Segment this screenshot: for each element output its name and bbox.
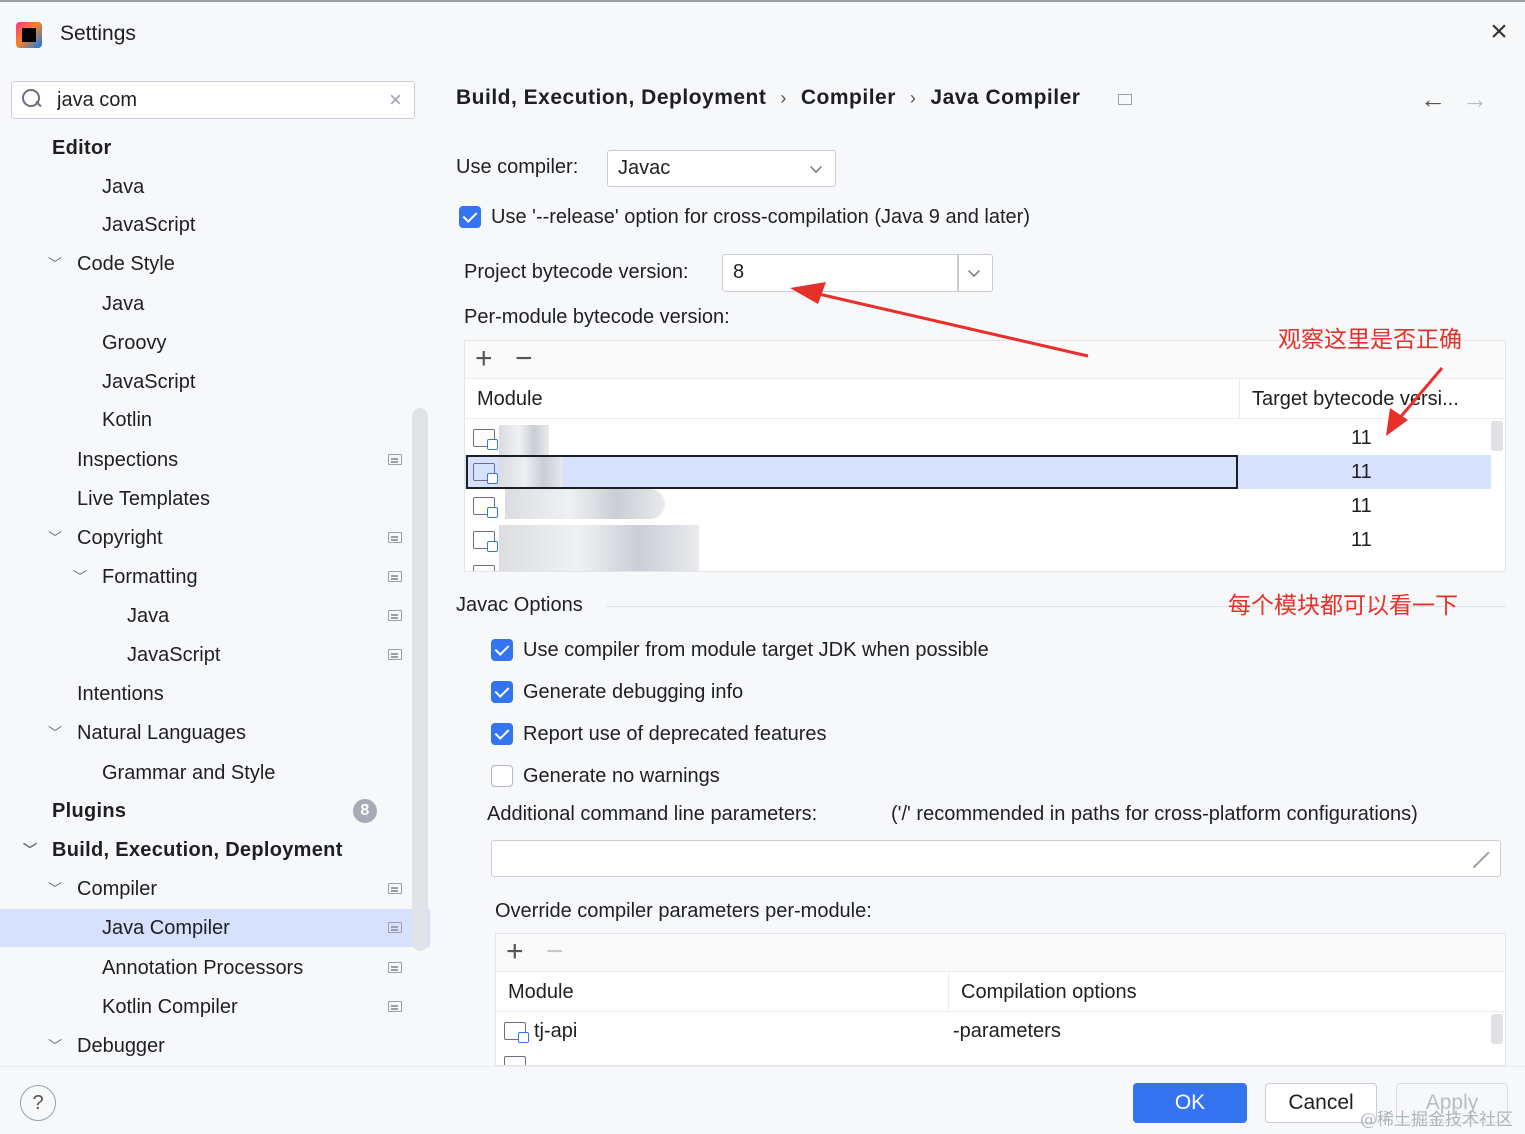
arrowhead (790, 282, 826, 304)
watermark: @稀土掘金技术社区 (1360, 1110, 1513, 1130)
dialog-footer: ? OK Cancel Apply (0, 1066, 1525, 1134)
arrow-to-target-version (1396, 367, 1444, 421)
annotation-check-here: 观察这里是否正确 (1278, 327, 1462, 353)
ok-button[interactable]: OK (1133, 1083, 1247, 1123)
annotation-check-each: 每个模块都可以看一下 (1228, 593, 1458, 619)
annotation-arrows (790, 282, 1444, 436)
help-button[interactable]: ? (20, 1085, 56, 1121)
arrow-to-bytecode-version (809, 290, 1089, 358)
